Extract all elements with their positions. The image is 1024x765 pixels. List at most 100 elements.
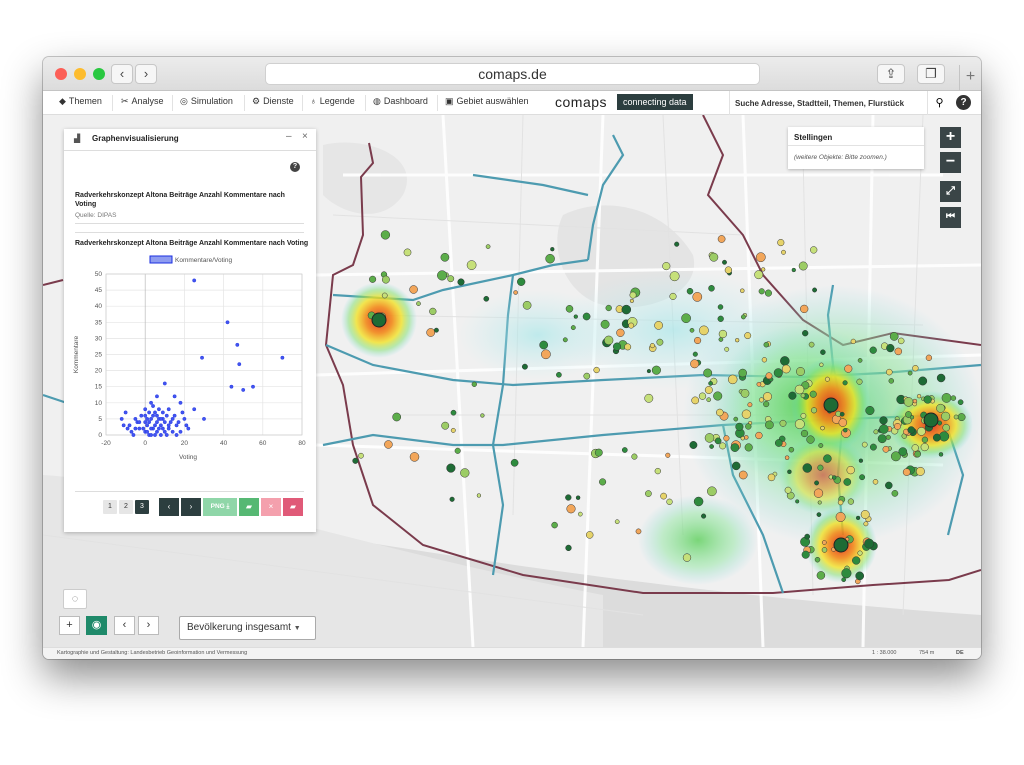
map-point-marker[interactable] <box>821 547 828 553</box>
map-point-marker[interactable] <box>784 455 790 460</box>
map-point-marker[interactable] <box>694 336 702 345</box>
map-point-marker[interactable] <box>865 405 875 416</box>
map-point-marker[interactable] <box>654 321 663 330</box>
map-point-marker[interactable] <box>740 314 746 320</box>
map-point-marker[interactable] <box>794 384 805 395</box>
map-point-marker[interactable] <box>450 427 456 433</box>
map-point-marker[interactable] <box>631 453 638 460</box>
map-point-marker[interactable] <box>600 319 610 329</box>
map-point-marker[interactable] <box>723 435 730 442</box>
map-point-marker[interactable] <box>562 337 568 343</box>
forward-button[interactable]: › <box>135 64 157 84</box>
zoom-in-button[interactable]: + <box>940 127 961 148</box>
map-point-marker[interactable] <box>886 343 895 353</box>
map-point-marker[interactable] <box>861 441 868 448</box>
map-point-marker[interactable] <box>539 340 549 350</box>
map-point-marker[interactable] <box>471 381 477 387</box>
map-point-marker[interactable] <box>738 368 747 378</box>
map-point-marker[interactable] <box>819 362 824 367</box>
map-point-marker[interactable] <box>858 458 864 463</box>
map-point-marker[interactable] <box>856 378 863 385</box>
map-point-marker[interactable] <box>708 285 715 292</box>
map-point-marker[interactable] <box>837 499 844 506</box>
map-point-marker[interactable] <box>718 329 728 339</box>
map-point-marker[interactable] <box>894 422 901 430</box>
page-3-button[interactable]: 3 <box>135 500 149 514</box>
map-point-marker[interactable] <box>763 401 770 408</box>
map-point-marker[interactable] <box>541 349 551 360</box>
map-point-marker[interactable] <box>886 368 893 376</box>
map-point-marker[interactable] <box>936 373 946 383</box>
map-point-marker[interactable] <box>545 253 555 264</box>
map-point-marker[interactable] <box>593 366 600 374</box>
map-point-marker[interactable] <box>802 463 813 473</box>
map-point-marker[interactable] <box>369 275 377 283</box>
map-point-marker[interactable] <box>831 475 837 480</box>
map-point-marker[interactable] <box>763 341 770 348</box>
map-point-marker[interactable] <box>740 288 745 293</box>
map-point-marker[interactable] <box>594 448 603 457</box>
map-point-marker[interactable] <box>909 415 915 420</box>
map-point-marker[interactable] <box>585 531 594 539</box>
address-bar[interactable]: comaps.de <box>265 63 760 85</box>
map-point-marker[interactable] <box>709 444 714 449</box>
map-point-marker[interactable] <box>804 533 811 540</box>
map-point-marker[interactable] <box>844 364 853 373</box>
map-point-marker[interactable] <box>577 511 583 517</box>
map-point-marker[interactable] <box>864 538 875 549</box>
map-point-marker[interactable] <box>582 312 591 321</box>
map-point-marker[interactable] <box>810 246 818 254</box>
map-point-marker[interactable] <box>709 252 719 262</box>
map-point-marker[interactable] <box>788 391 797 400</box>
map-point-marker[interactable] <box>820 349 826 355</box>
map-point-marker[interactable] <box>480 413 485 418</box>
map-point-marker[interactable] <box>898 447 908 456</box>
map-point-marker[interactable] <box>809 390 817 398</box>
map-point-marker[interactable] <box>852 556 861 565</box>
map-point-marker[interactable] <box>800 412 807 419</box>
map-point-marker[interactable] <box>656 338 664 346</box>
folder-icon[interactable]: ▰ <box>239 498 259 516</box>
map-point-marker[interactable] <box>835 512 846 522</box>
map-point-marker[interactable] <box>918 376 928 386</box>
map-point-marker[interactable] <box>932 433 941 442</box>
map-point-marker[interactable] <box>573 314 578 319</box>
map-point-marker[interactable] <box>885 481 893 490</box>
map-point-marker[interactable] <box>779 419 787 427</box>
zoom-out-button[interactable]: − <box>940 152 961 173</box>
map-point-marker[interactable] <box>763 392 772 402</box>
map-point-marker[interactable] <box>693 496 704 507</box>
map-point-marker[interactable] <box>795 499 800 504</box>
map-point-marker[interactable] <box>801 550 810 559</box>
tabs-icon[interactable]: ❐ <box>917 64 945 84</box>
map-point-marker[interactable] <box>724 266 733 274</box>
map-point-marker[interactable] <box>754 270 764 280</box>
map-point-marker[interactable] <box>816 571 826 580</box>
map-point-marker[interactable] <box>903 397 914 407</box>
map-point-marker[interactable] <box>781 364 791 374</box>
map-point-marker[interactable] <box>857 550 863 556</box>
fullscreen-icon[interactable]: ⤢ <box>940 181 961 202</box>
nav-analyse[interactable]: ✂ Analyse <box>121 96 164 107</box>
map-point-marker[interactable] <box>433 327 439 333</box>
share-icon[interactable]: ⇪ <box>877 64 905 84</box>
map-point-marker[interactable] <box>701 513 707 519</box>
new-tab-button[interactable]: + <box>959 65 981 91</box>
map-point-marker[interactable] <box>476 493 482 498</box>
map-point-marker[interactable] <box>740 389 750 398</box>
map-point-marker[interactable] <box>629 291 637 299</box>
prev-layer-button[interactable]: ‹ <box>114 616 135 635</box>
map-point-marker[interactable] <box>902 468 911 476</box>
map-point-marker[interactable] <box>921 436 929 443</box>
map-point-marker[interactable] <box>735 338 740 343</box>
map-point-marker[interactable] <box>755 252 766 263</box>
nav-dienste[interactable]: ⚙ Dienste <box>252 96 294 107</box>
map-point-marker[interactable] <box>686 287 694 295</box>
map-point-marker[interactable] <box>447 275 455 283</box>
map-point-marker[interactable] <box>565 305 574 313</box>
map-point-marker[interactable] <box>855 571 865 581</box>
map-point-marker[interactable] <box>800 393 806 398</box>
map-point-marker[interactable] <box>616 328 625 337</box>
map-point-marker[interactable] <box>708 381 713 386</box>
map-point-marker[interactable] <box>628 322 635 329</box>
